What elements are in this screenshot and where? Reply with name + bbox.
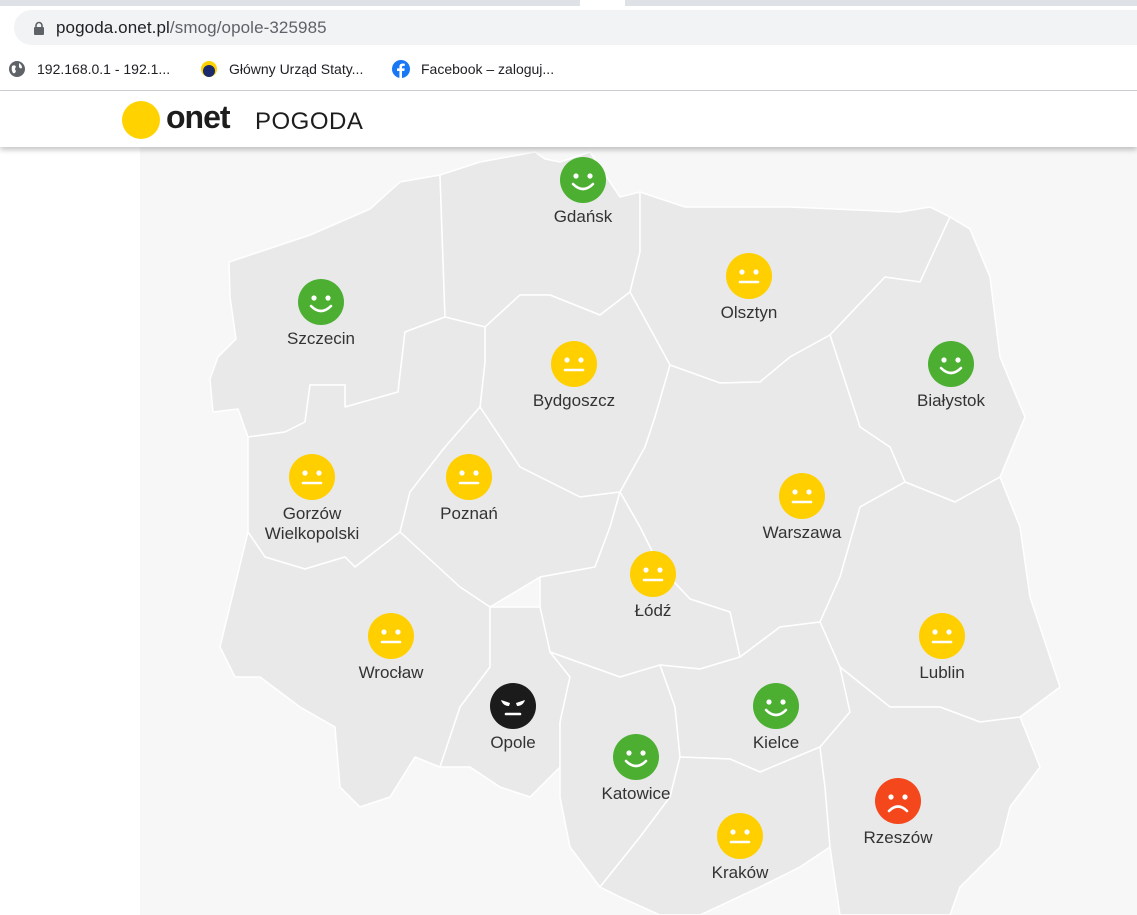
city-name[interactable]: Kraków — [670, 863, 810, 883]
url-path: /smog/opole-325985 — [169, 18, 327, 37]
city-name[interactable]: Wrocław — [321, 663, 461, 683]
air-quality-good-icon[interactable] — [560, 157, 606, 203]
section-title[interactable]: POGODA — [255, 108, 363, 136]
gus-logo-icon — [201, 61, 217, 77]
bookmark-gus[interactable]: Główny Urząd Staty... — [200, 58, 363, 80]
city-name[interactable]: Poznań — [399, 504, 539, 524]
city-marker-poznan[interactable]: Poznań — [399, 454, 539, 524]
city-marker-gdansk[interactable]: Gdańsk — [513, 157, 653, 227]
city-marker-gorzow[interactable]: Gorzów Wielkopolski — [242, 454, 382, 544]
air-quality-moderate-icon[interactable] — [717, 813, 763, 859]
city-name[interactable]: Gdańsk — [513, 207, 653, 227]
city-marker-bialystok[interactable]: Białystok — [881, 341, 1021, 411]
city-marker-opole[interactable]: Opole — [443, 683, 583, 753]
city-name[interactable]: Szczecin — [251, 329, 391, 349]
city-marker-wroclaw[interactable]: Wrocław — [321, 613, 461, 683]
address-bar[interactable]: pogoda.onet.pl/smog/opole-325985 — [14, 10, 1137, 45]
city-marker-kielce[interactable]: Kielce — [706, 683, 846, 753]
bookmark-router[interactable]: 192.168.0.1 - 192.1... — [8, 58, 170, 80]
city-marker-krakow[interactable]: Kraków — [670, 813, 810, 883]
air-quality-good-icon[interactable] — [753, 683, 799, 729]
tab-strip — [0, 0, 1137, 6]
city-name[interactable]: Katowice — [566, 784, 706, 804]
city-marker-lublin[interactable]: Lublin — [872, 613, 1012, 683]
bookmark-label: 192.168.0.1 - 192.1... — [37, 61, 171, 77]
city-marker-lodz[interactable]: Łódź — [583, 551, 723, 621]
air-quality-good-icon[interactable] — [928, 341, 974, 387]
air-quality-moderate-icon[interactable] — [726, 253, 772, 299]
city-name[interactable]: Białystok — [881, 391, 1021, 411]
bookmark-label: Główny Urząd Staty... — [229, 61, 364, 77]
bookmark-facebook[interactable]: Facebook – zaloguj... — [392, 58, 554, 80]
city-name[interactable]: Bydgoszcz — [504, 391, 644, 411]
city-name[interactable]: Kielce — [706, 733, 846, 753]
city-name[interactable]: Warszawa — [732, 523, 872, 543]
bookmarks-bar: 192.168.0.1 - 192.1... Główny Urząd Stat… — [0, 52, 1137, 86]
air-quality-good-icon[interactable] — [298, 279, 344, 325]
city-name[interactable]: Gorzów Wielkopolski — [257, 504, 367, 544]
city-marker-olsztyn[interactable]: Olsztyn — [679, 253, 819, 323]
lock-icon — [34, 21, 44, 35]
city-name[interactable]: Olsztyn — [679, 303, 819, 323]
air-quality-bad-icon[interactable] — [875, 778, 921, 824]
url-text[interactable]: pogoda.onet.pl/smog/opole-325985 — [56, 18, 327, 38]
air-quality-moderate-icon[interactable] — [551, 341, 597, 387]
onet-logo-dot[interactable] — [122, 101, 160, 139]
city-marker-warszawa[interactable]: Warszawa — [732, 473, 872, 543]
globe-icon — [9, 61, 25, 77]
air-quality-moderate-icon[interactable] — [289, 454, 335, 500]
air-quality-moderate-icon[interactable] — [630, 551, 676, 597]
active-tab-edge — [580, 0, 625, 6]
air-quality-moderate-icon[interactable] — [919, 613, 965, 659]
city-name[interactable]: Łódź — [583, 601, 723, 621]
site-header: onet POGODA — [0, 91, 1137, 147]
smog-map: Gdańsk Olsztyn Szczecin Bydgoszcz Białystok G… — [140, 147, 1137, 915]
city-name[interactable]: Opole — [443, 733, 583, 753]
facebook-icon — [392, 60, 410, 78]
city-name[interactable]: Rzeszów — [828, 828, 968, 848]
city-marker-bydgoszcz[interactable]: Bydgoszcz — [504, 341, 644, 411]
city-marker-szczecin[interactable]: Szczecin — [251, 279, 391, 349]
url-host: pogoda.onet.pl — [56, 18, 170, 37]
air-quality-very-bad-icon[interactable] — [490, 683, 536, 729]
bookmark-label: Facebook – zaloguj... — [421, 61, 555, 77]
air-quality-moderate-icon[interactable] — [779, 473, 825, 519]
air-quality-moderate-icon[interactable] — [446, 454, 492, 500]
air-quality-good-icon[interactable] — [613, 734, 659, 780]
onet-logo[interactable]: onet — [166, 99, 231, 136]
city-name[interactable]: Lublin — [872, 663, 1012, 683]
city-marker-katowice[interactable]: Katowice — [566, 734, 706, 804]
air-quality-moderate-icon[interactable] — [368, 613, 414, 659]
city-marker-rzeszow[interactable]: Rzeszów — [828, 778, 968, 848]
